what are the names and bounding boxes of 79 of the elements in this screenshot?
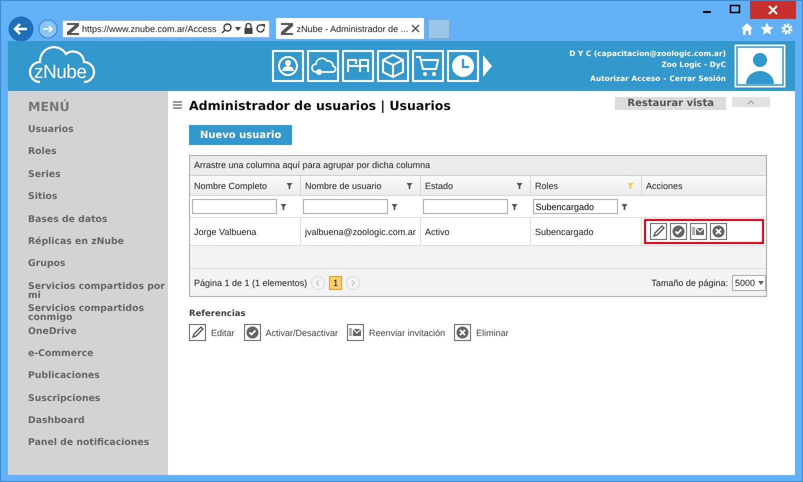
close-icon[interactable] (411, 24, 420, 33)
filter-icon[interactable] (280, 202, 287, 210)
sidebar-item[interactable]: Réplicas en zNube (28, 236, 166, 260)
column-header[interactable]: Acciones (642, 176, 766, 196)
chevron-up-icon (747, 100, 755, 104)
references-title: Referencias (189, 309, 247, 319)
sidebar-item[interactable]: Roles (28, 147, 166, 170)
table-cell: Jorge Valbuena (190, 218, 300, 246)
forward-icon[interactable] (38, 18, 58, 38)
lock-icon (244, 23, 253, 34)
sidebar-item[interactable]: Servicios compartidos por mi (28, 282, 166, 304)
restore-view-button[interactable]: Restaurar vista (615, 97, 726, 110)
filter-icon[interactable] (510, 202, 518, 210)
close-icon[interactable] (750, 1, 796, 19)
sidebar-item[interactable]: Publicaciones (28, 371, 166, 394)
legend-label: Eliminar (476, 328, 509, 338)
cube-icon[interactable] (377, 50, 409, 82)
pencil-icon[interactable] (650, 223, 667, 240)
sidebar-item[interactable]: Panel de notificaciones (28, 438, 166, 461)
sidebar-item[interactable]: Series (28, 170, 166, 192)
page-title: Administrador de usuarios | Usuarios (189, 98, 451, 112)
x-circle-icon[interactable] (454, 324, 472, 341)
url-text: https://www.znube.com.ar/Access (82, 24, 217, 34)
check-circle-icon[interactable] (244, 324, 261, 341)
legend-label: Activar/Desactivar (266, 328, 338, 338)
sidebar-item[interactable]: Suscripciones (28, 394, 166, 416)
column-header[interactable]: Nombre Completo (190, 176, 300, 196)
menu-icon[interactable] (173, 101, 182, 109)
menu-title: MENÚ (28, 99, 71, 116)
logo-text: zNube (34, 62, 86, 84)
address-bar[interactable]: https://www.znube.com.ar/Access (62, 20, 270, 38)
cart-icon[interactable] (412, 50, 444, 82)
legend-label: Editar (211, 328, 235, 338)
pager-summary: Página 1 de 1 (1 elementos) (194, 278, 308, 288)
page-button[interactable]: 1 (329, 276, 342, 290)
column-header[interactable]: Estado (420, 176, 530, 196)
new-user-button[interactable]: Nuevo usuario (189, 125, 292, 145)
filter-field[interactable] (302, 199, 388, 214)
avatar-icon[interactable] (734, 44, 786, 88)
sidebar-item[interactable]: OneDrive (28, 326, 166, 349)
sidebar-item[interactable]: Dashboard (28, 416, 166, 438)
browser-tab[interactable]: zNube - Administrador de ... (276, 18, 424, 39)
page-size-label: Tamaño de página: (651, 278, 728, 288)
envelope-icon[interactable] (690, 223, 707, 240)
sidebar-item[interactable]: Usuarios (28, 125, 166, 148)
clock-icon[interactable] (447, 50, 479, 82)
x-circle-icon[interactable] (710, 223, 727, 240)
site-icon (66, 22, 80, 36)
sidebar-item[interactable]: Bases de datos (28, 214, 166, 237)
filter-icon[interactable] (390, 202, 398, 210)
legend-label: Reenviar invitación (369, 328, 446, 338)
site-icon (280, 22, 294, 36)
check-circle-icon[interactable] (670, 223, 687, 240)
pencil-icon[interactable] (189, 324, 206, 341)
filter-field[interactable] (192, 199, 277, 214)
filter-field[interactable] (422, 199, 508, 214)
filter-icon[interactable] (516, 182, 523, 190)
column-header[interactable]: Roles (530, 176, 642, 196)
sidebar-item[interactable]: e-Commerce (28, 348, 166, 372)
sidebar-item[interactable]: Sitios (28, 192, 166, 215)
refresh-icon[interactable] (254, 23, 266, 34)
sidebar-item[interactable]: Servicios compartidos conmigo (28, 304, 166, 327)
arrow-right-icon[interactable] (482, 54, 492, 78)
filter-field[interactable]: Subencargado (532, 199, 618, 214)
page-size-field[interactable]: 5000 (732, 274, 766, 290)
group-hint: Arrastre una columna aquí para agrupar por dicha columna (190, 156, 766, 176)
filter-icon[interactable] (620, 202, 628, 210)
back-icon[interactable] (8, 16, 34, 42)
sidebar-item[interactable]: Grupos (28, 259, 166, 282)
filter-icon[interactable] (406, 182, 413, 190)
envelope-icon[interactable] (347, 324, 364, 341)
star-icon[interactable] (760, 22, 774, 36)
search-icon[interactable] (220, 23, 232, 34)
column-header[interactable]: Nombre de usuario (300, 176, 420, 196)
tab-title: zNube - Administrador de ... (296, 24, 408, 34)
caret-icon (757, 280, 765, 286)
table-cell: Subencargado (530, 218, 642, 246)
table-cell: jvalbuena@zoologic.com.ar (300, 218, 420, 246)
filter-icon[interactable] (286, 182, 293, 190)
